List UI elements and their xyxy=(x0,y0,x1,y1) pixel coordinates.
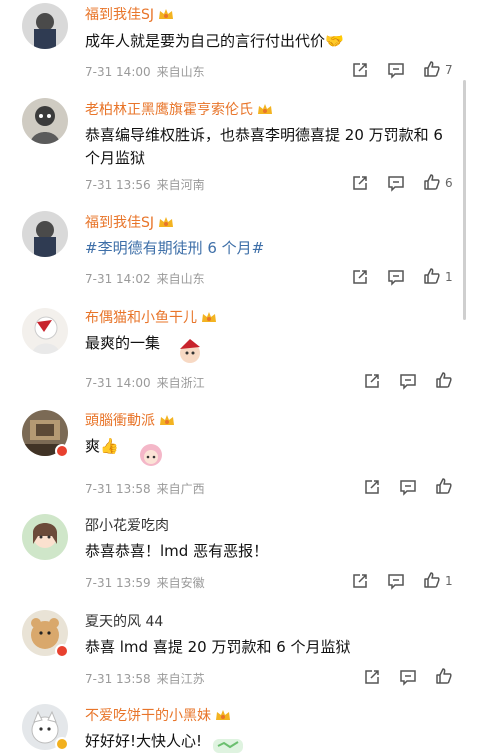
timestamp: 7-31 13:58 xyxy=(85,482,151,496)
comment-item: 老柏林正黑鹰旗霍亨索伦氏 恭喜编导维权胜诉，也恭喜李明德喜提 20 万罚款和 6… xyxy=(0,92,477,205)
timestamp: 7-31 13:58 xyxy=(85,672,151,686)
username[interactable]: 布偶猫和小鱼干儿 xyxy=(85,309,217,327)
crown-icon xyxy=(159,9,174,19)
timestamp: 7-31 13:56 xyxy=(85,178,151,192)
username[interactable]: 夏天的风 44 xyxy=(85,613,163,631)
like-count: 6 xyxy=(445,176,453,190)
username[interactable]: 福到我佳SJ xyxy=(85,214,174,232)
share-icon[interactable] xyxy=(351,61,369,79)
comment-meta: 7-31 14:02 来自山东 xyxy=(85,270,205,287)
verified-badge-icon xyxy=(55,444,69,458)
comment-text: 恭喜编导维权胜诉，也恭喜李明德喜提 20 万罚款和 6 个月监狱 xyxy=(85,126,443,167)
comment-item: 邵小花爱吃肉 恭喜恭喜！lmd 恶有恶报！ 7-31 13:59 来自安徽 1 xyxy=(0,505,477,601)
cartoon-sticker-icon xyxy=(180,339,200,363)
comment-text: #李明德有期徒刑 6 个月# xyxy=(85,237,447,260)
comment-text: 好好好!大快人心! xyxy=(85,732,203,750)
crown-icon xyxy=(202,312,216,322)
crown-icon xyxy=(258,104,272,114)
verified-badge-icon xyxy=(55,737,69,751)
username[interactable]: 不爱吃饼干的小黑妹 xyxy=(85,707,231,725)
avatar[interactable] xyxy=(22,3,68,49)
comment-item: 福到我佳SJ 成年人就是要为自己的言行付出代价🤝 7-31 14:00 来自山东 … xyxy=(0,0,477,92)
share-icon[interactable] xyxy=(351,572,369,590)
comment-icon[interactable] xyxy=(387,572,405,590)
location: 来自江苏 xyxy=(156,672,205,686)
like-count: 1 xyxy=(445,270,453,284)
thumbs-up-emoji: 👍 xyxy=(100,437,119,455)
comment-item: 不爱吃饼干的小黑妹 好好好!大快人心! xyxy=(0,697,477,756)
username[interactable]: 老柏林正黑鹰旗霍亨索伦氏 xyxy=(85,101,273,119)
cartoon-girl-sticker-icon xyxy=(140,444,162,466)
timestamp: 7-31 14:00 xyxy=(85,376,151,390)
like-count: 7 xyxy=(445,63,453,77)
crown-icon xyxy=(216,710,230,720)
location: 来自安徽 xyxy=(156,576,205,590)
like-icon[interactable] xyxy=(435,371,453,389)
comment-meta: 7-31 13:58 来自江苏 xyxy=(85,670,205,687)
comment-icon[interactable] xyxy=(387,268,405,286)
comment-icon[interactable] xyxy=(399,478,417,496)
cartoon-sticker-icon xyxy=(213,739,243,753)
share-icon[interactable] xyxy=(351,268,369,286)
avatar[interactable] xyxy=(22,211,68,257)
comment-text: 最爽的一集 xyxy=(85,334,161,352)
comment-meta: 7-31 13:59 来自安徽 xyxy=(85,574,205,591)
comment-meta: 7-31 13:58 来自广西 xyxy=(85,480,205,497)
verified-badge-icon xyxy=(55,644,69,658)
timestamp: 7-31 14:00 xyxy=(85,65,151,79)
location: 来自山东 xyxy=(156,272,205,286)
crown-icon xyxy=(160,415,174,425)
location: 来自广西 xyxy=(156,482,205,496)
topic-link[interactable]: #李明德有期徒刑 6 个月# xyxy=(85,239,264,257)
like-icon[interactable] xyxy=(423,173,441,191)
comment-icon[interactable] xyxy=(399,668,417,686)
location: 来自浙江 xyxy=(156,376,205,390)
comment-item: 福到我佳SJ #李明德有期徒刑 6 个月# 7-31 14:02 来自山东 1 xyxy=(0,205,477,297)
comment-meta: 7-31 14:00 来自山东 xyxy=(85,63,205,80)
share-icon[interactable] xyxy=(363,372,381,390)
comment-meta: 7-31 14:00 来自浙江 xyxy=(85,374,205,391)
scrollbar[interactable] xyxy=(463,80,466,320)
handshake-emoji: 🤝 xyxy=(325,32,344,50)
like-icon[interactable] xyxy=(423,571,441,589)
comment-icon[interactable] xyxy=(399,372,417,390)
share-icon[interactable] xyxy=(351,174,369,192)
share-icon[interactable] xyxy=(363,668,381,686)
avatar[interactable] xyxy=(22,514,68,560)
comment-item: 夏天的风 44 恭喜 lmd 喜提 20 万罚款和 6 个月监狱 7-31 13… xyxy=(0,601,477,697)
comment-icon[interactable] xyxy=(387,174,405,192)
timestamp: 7-31 14:02 xyxy=(85,272,151,286)
crown-icon xyxy=(159,217,174,227)
avatar[interactable] xyxy=(22,98,68,144)
timestamp: 7-31 13:59 xyxy=(85,576,151,590)
comment-icon[interactable] xyxy=(387,61,405,79)
avatar[interactable] xyxy=(22,308,68,354)
share-icon[interactable] xyxy=(363,478,381,496)
comment-text: 恭喜恭喜！lmd 恶有恶报！ xyxy=(85,542,269,560)
like-icon[interactable] xyxy=(423,267,441,285)
username[interactable]: 頭腦衝動派 xyxy=(85,412,175,430)
location: 来自河南 xyxy=(156,178,205,192)
comment-item: 頭腦衝動派 爽👍 7-31 13:58 来自广西 xyxy=(0,400,477,505)
comment-meta: 7-31 13:56 来自河南 xyxy=(85,176,205,193)
location: 来自山东 xyxy=(156,65,205,79)
username[interactable]: 福到我佳SJ xyxy=(85,6,174,24)
like-icon[interactable] xyxy=(435,667,453,685)
like-count: 1 xyxy=(445,574,453,588)
like-icon[interactable] xyxy=(435,477,453,495)
comment-text: 恭喜 lmd 喜提 20 万罚款和 6 个月监狱 xyxy=(85,638,351,656)
comment-item: 布偶猫和小鱼干儿 最爽的一集 7-31 14:00 来自浙江 xyxy=(0,297,477,400)
comment-text: 成年人就是要为自己的言行付出代价🤝 xyxy=(85,32,344,50)
like-icon[interactable] xyxy=(423,60,441,78)
username[interactable]: 邵小花爱吃肉 xyxy=(85,517,169,535)
